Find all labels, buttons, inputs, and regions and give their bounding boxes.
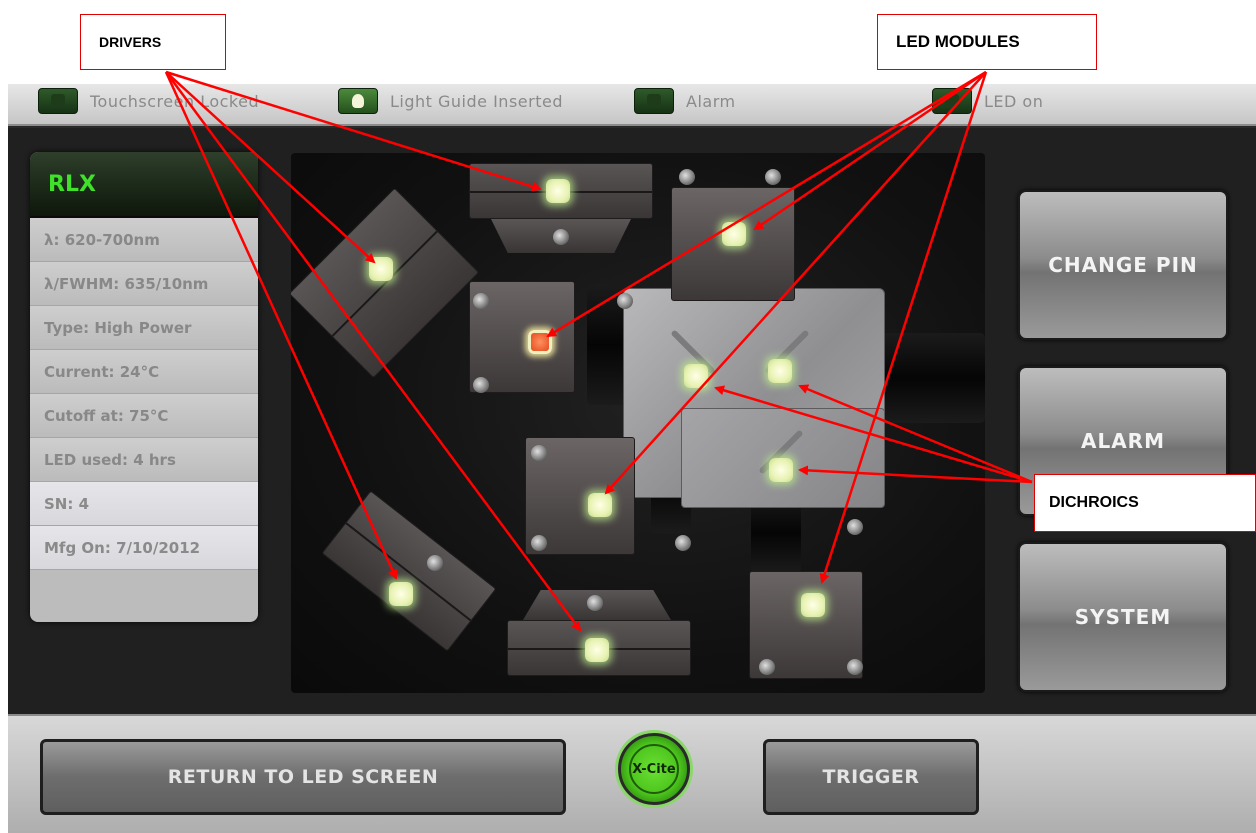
driver-lower-left [321,490,497,652]
status-alarm-label: Alarm [686,91,736,111]
screw [531,445,547,461]
led-indicator-bottom-right[interactable] [801,593,825,617]
light-engine-diagram [291,153,985,693]
info-cutoff: Cutoff at: 75°C [30,394,258,438]
bulb-icon [338,88,378,114]
info-serial-number: SN: 4 [30,482,258,526]
driver-indicator-top[interactable] [546,179,570,203]
info-wavelength-fwhm: λ/FWHM: 635/10nm [30,262,258,306]
led-indicator-top-right[interactable] [722,222,746,246]
screw [553,229,569,245]
x-cite-logo-label: X-Cite [632,761,676,777]
info-wavelength-range: λ: 620-700nm [30,218,258,262]
driver-indicator-upper-left[interactable] [369,257,393,281]
trigger-button[interactable]: TRIGGER [763,739,979,815]
screw [473,377,489,393]
driver-upper-left [291,187,480,379]
x-cite-logo-button[interactable]: X-Cite [618,733,690,805]
screw [427,555,443,571]
status-led-on: LED on [932,87,1043,115]
status-led-on-label: LED on [984,91,1044,111]
info-current: Current: 24°C [30,350,258,394]
led-name: RLX [30,152,258,218]
dichroic-indicator-1[interactable] [684,364,708,388]
screw [675,535,691,551]
status-light-guide: Light Guide Inserted [338,87,563,115]
return-to-led-screen-button[interactable]: RETURN TO LED SCREEN [40,739,566,815]
driver-indicator-lower-left[interactable] [389,582,413,606]
dichroic-indicator-2[interactable] [768,359,792,383]
screw [847,659,863,675]
change-pin-button[interactable]: CHANGE PIN [1018,190,1228,340]
led-info-panel: RLX λ: 620-700nm λ/FWHM: 635/10nm Type: … [30,152,258,622]
status-touchscreen-locked: Touchscreen Locked [38,87,259,115]
status-light-guide-label: Light Guide Inserted [390,91,563,111]
screw [473,293,489,309]
info-led-used: LED used: 4 hrs [30,438,258,482]
light-path-tube [881,333,985,423]
status-bar: Touchscreen Locked Light Guide Inserted … [8,84,1256,126]
status-alarm: Alarm [634,87,736,115]
lock-icon [38,88,78,114]
callout-dichroics: DICHROICS [1034,474,1256,532]
driver-indicator-bottom[interactable] [585,638,609,662]
status-touchscreen-locked-label: Touchscreen Locked [90,91,260,111]
led-indicator-active-red[interactable] [528,330,552,354]
system-button[interactable]: SYSTEM [1018,542,1228,692]
led-indicator-center[interactable] [588,493,612,517]
callout-led-modules: LED MODULES [877,14,1097,70]
led-indicator-icon [932,88,972,114]
dichroic-indicator-3[interactable] [769,458,793,482]
screw [847,519,863,535]
screw [759,659,775,675]
screw [531,535,547,551]
info-type: Type: High Power [30,306,258,350]
screw [587,595,603,611]
screw [765,169,781,185]
screw [617,293,633,309]
info-mfg-date: Mfg On: 7/10/2012 [30,526,258,570]
callout-drivers: DRIVERS [80,14,226,70]
bell-icon [634,88,674,114]
screw [679,169,695,185]
